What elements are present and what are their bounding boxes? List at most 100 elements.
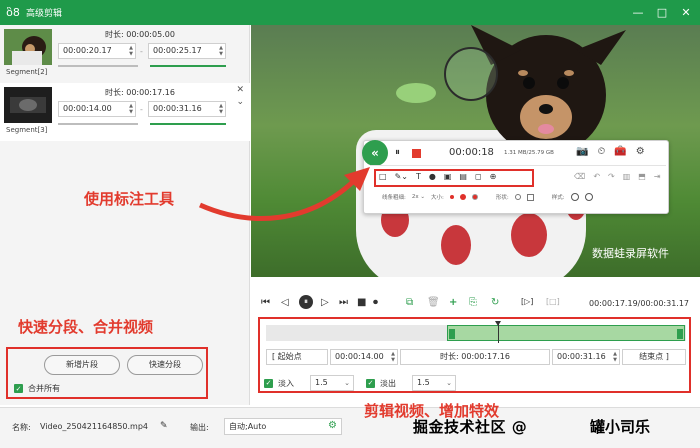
redo-icon[interactable]: ↷ (608, 172, 615, 181)
recording-size: 1.31 MB/25.79 GB (504, 150, 554, 156)
pause-icon[interactable]: ⏸ (395, 147, 400, 158)
skip-end-icon[interactable]: ⏭ (339, 297, 348, 308)
author-credit: 罐小司乐 (590, 418, 651, 436)
toolbar-top-icons: 📷 ⏲ 🧰 ⚙ (576, 146, 645, 157)
collapse-toolbar-button[interactable]: « (362, 140, 388, 166)
set-end-button[interactable]: 结束点 ] (622, 349, 686, 365)
segment-item[interactable]: Segment[2] 时长: 00:00:05.00 00:00:20.17 ▲ ▼… (0, 25, 250, 83)
playback-controls: ⏮ ◁ ⏸ ▷ ⏭ ■ ⏺ ⧉ 🗑 + ⎘ ↻ [▷] [□] 00:00:17… (251, 294, 700, 314)
image-tool-icon[interactable]: ▣ (444, 172, 452, 181)
gear-icon[interactable]: ⚙ (636, 146, 645, 157)
recording-time: 00:00:18 (449, 147, 494, 158)
checkmark-icon: ✓ (14, 384, 23, 393)
callout-tool-icon[interactable]: ▤ (459, 172, 467, 181)
next-frame-icon[interactable]: ▷ (321, 297, 329, 308)
fade-in-control[interactable]: ✓ 淡入 1.5 ⌄ (264, 375, 354, 391)
window-controls: — □ ✕ (632, 0, 696, 25)
shape-square-option[interactable] (526, 193, 534, 201)
shape-circle-option[interactable] (514, 194, 521, 200)
number-tool-icon[interactable]: ● (429, 172, 436, 181)
timer-icon[interactable]: ⏲ (597, 146, 605, 157)
new-segment-button[interactable]: 新增片段 (44, 355, 120, 375)
play-selection-icon[interactable]: [▷] (521, 297, 533, 306)
pin-icon[interactable]: ⬒ (638, 172, 646, 181)
timeline-track[interactable] (266, 321, 686, 343)
prev-frame-icon[interactable]: ◁ (281, 297, 289, 308)
fade-in-select[interactable]: 1.5 ⌄ (310, 375, 354, 391)
segment-end-field[interactable]: 00:00:31.16 ▲ ▼ (148, 101, 226, 117)
edit-note: 剪辑视频、增加特效 (364, 402, 500, 420)
annotation-tool-note: 使用标注工具 (84, 190, 175, 208)
copy-icon[interactable]: ⎘ (469, 297, 477, 308)
line-width-select[interactable]: 2x ⌄ (412, 194, 425, 200)
style-two-option[interactable] (584, 193, 593, 201)
stop-selection-icon[interactable]: [□] (546, 297, 560, 306)
output-bar: 名称: Video_250421164850.mp4 ✎ 输出: 自动;Auto… (0, 407, 700, 448)
range-separator: - (140, 105, 143, 114)
magnifier-icon[interactable] (444, 47, 498, 101)
stop-icon[interactable]: ■ (357, 297, 366, 308)
pen-tool-icon[interactable]: ✎⌄ (395, 172, 408, 181)
skip-start-icon[interactable]: ⏮ (261, 297, 270, 308)
selection-start-handle[interactable] (449, 329, 455, 339)
split-icon[interactable]: ⧉ (406, 297, 413, 308)
mosaic-tool-icon[interactable]: ◻ (475, 172, 482, 181)
segment-duration: 时长: 00:00:05.00 (105, 30, 175, 39)
close-segment-icon[interactable]: ✕ (236, 85, 244, 95)
pencil-icon[interactable]: ✎ (160, 421, 168, 431)
close-icon[interactable]: ✕ (680, 6, 692, 19)
edit-duration: 时长: 00:00:17.16 (400, 349, 550, 365)
quick-split-button[interactable]: 快速分段 (127, 355, 203, 375)
record-icon[interactable]: ⏺ (373, 297, 378, 308)
add-icon[interactable]: + (449, 297, 457, 308)
toolbox-icon[interactable]: 🧰 (614, 146, 626, 157)
segment-duration: 时长: 00:00:17.16 (105, 88, 175, 97)
spotlight-tool-icon[interactable]: ⊕ (490, 172, 497, 181)
segment-item[interactable]: Segment[3] 时长: 00:00:17.16 ✕ ⌄ 00:00:14.… (0, 83, 250, 141)
preview-blob (396, 83, 436, 103)
refresh-icon[interactable]: ↻ (491, 297, 499, 308)
eraser-icon[interactable]: ⌫ (574, 172, 585, 181)
fade-out-select[interactable]: 1.5 ⌄ (412, 375, 456, 391)
trash-icon[interactable]: 🗑 (427, 297, 440, 308)
title-bar: ὃ8 高级剪辑 — □ ✕ (0, 0, 700, 25)
minimize-icon[interactable]: — (632, 6, 644, 19)
stop-icon[interactable] (412, 149, 421, 158)
fade-out-control[interactable]: ✓ 淡出 1.5 ⌄ (366, 375, 456, 391)
window-title: 高级剪辑 (26, 9, 63, 19)
segment-label: Segment[2] (6, 68, 48, 76)
tool-properties: 线条粗细: 2x ⌄ 大小: 形状: 样式: (382, 193, 593, 201)
checkmark-icon[interactable]: ✓ (264, 378, 273, 388)
timeline-playhead[interactable] (495, 321, 501, 343)
segment-start-field[interactable]: 00:00:14.00 ▲ ▼ (58, 101, 136, 117)
size-small-dot[interactable] (449, 195, 454, 199)
exit-icon[interactable]: ⇥ (654, 172, 661, 181)
segment-progress-fill (150, 123, 226, 125)
maximize-icon[interactable]: □ (656, 6, 668, 19)
pause-button[interactable]: ⏸ (299, 295, 313, 309)
segment-progress-track (58, 123, 138, 125)
output-path-field[interactable]: 自动;Auto (224, 418, 342, 435)
toolbar-divider (370, 165, 666, 166)
end-time-field[interactable]: 00:00:31.16 ▲ ▼ (552, 349, 620, 365)
set-start-button[interactable]: [ 起始点 (266, 349, 328, 365)
style-one-option[interactable] (570, 193, 579, 201)
selection-end-handle[interactable] (677, 329, 683, 339)
rectangle-tool-icon[interactable]: □ (379, 172, 387, 181)
chevron-down-icon[interactable]: ⌄ (236, 97, 244, 107)
camera-icon[interactable]: 📷 (576, 146, 588, 157)
start-time-field[interactable]: 00:00:14.00 ▲ ▼ (330, 349, 398, 365)
checkmark-icon[interactable]: ✓ (366, 378, 375, 388)
playback-timecode: 00:00:17.19/00:00:31.17 (589, 299, 689, 308)
undo-icon[interactable]: ↶ (593, 172, 600, 181)
segment-start-field[interactable]: 00:00:20.17 ▲ ▼ (58, 43, 136, 59)
timeline-selection[interactable] (447, 325, 685, 341)
color-red-swatch[interactable] (459, 194, 466, 200)
text-tool-icon[interactable]: T (416, 172, 421, 181)
merge-all-checkbox[interactable]: ✓ 合并所有 (14, 383, 60, 394)
gear-icon[interactable]: ⚙ (328, 420, 337, 431)
clear-icon[interactable]: ▥ (623, 172, 631, 181)
segment-end-field[interactable]: 00:00:25.17 ▲ ▼ (148, 43, 226, 59)
color-selected-swatch[interactable] (471, 194, 478, 200)
edit-tools: ⌫ ↶ ↷ ▥ ⬒ ⇥ (574, 172, 661, 181)
